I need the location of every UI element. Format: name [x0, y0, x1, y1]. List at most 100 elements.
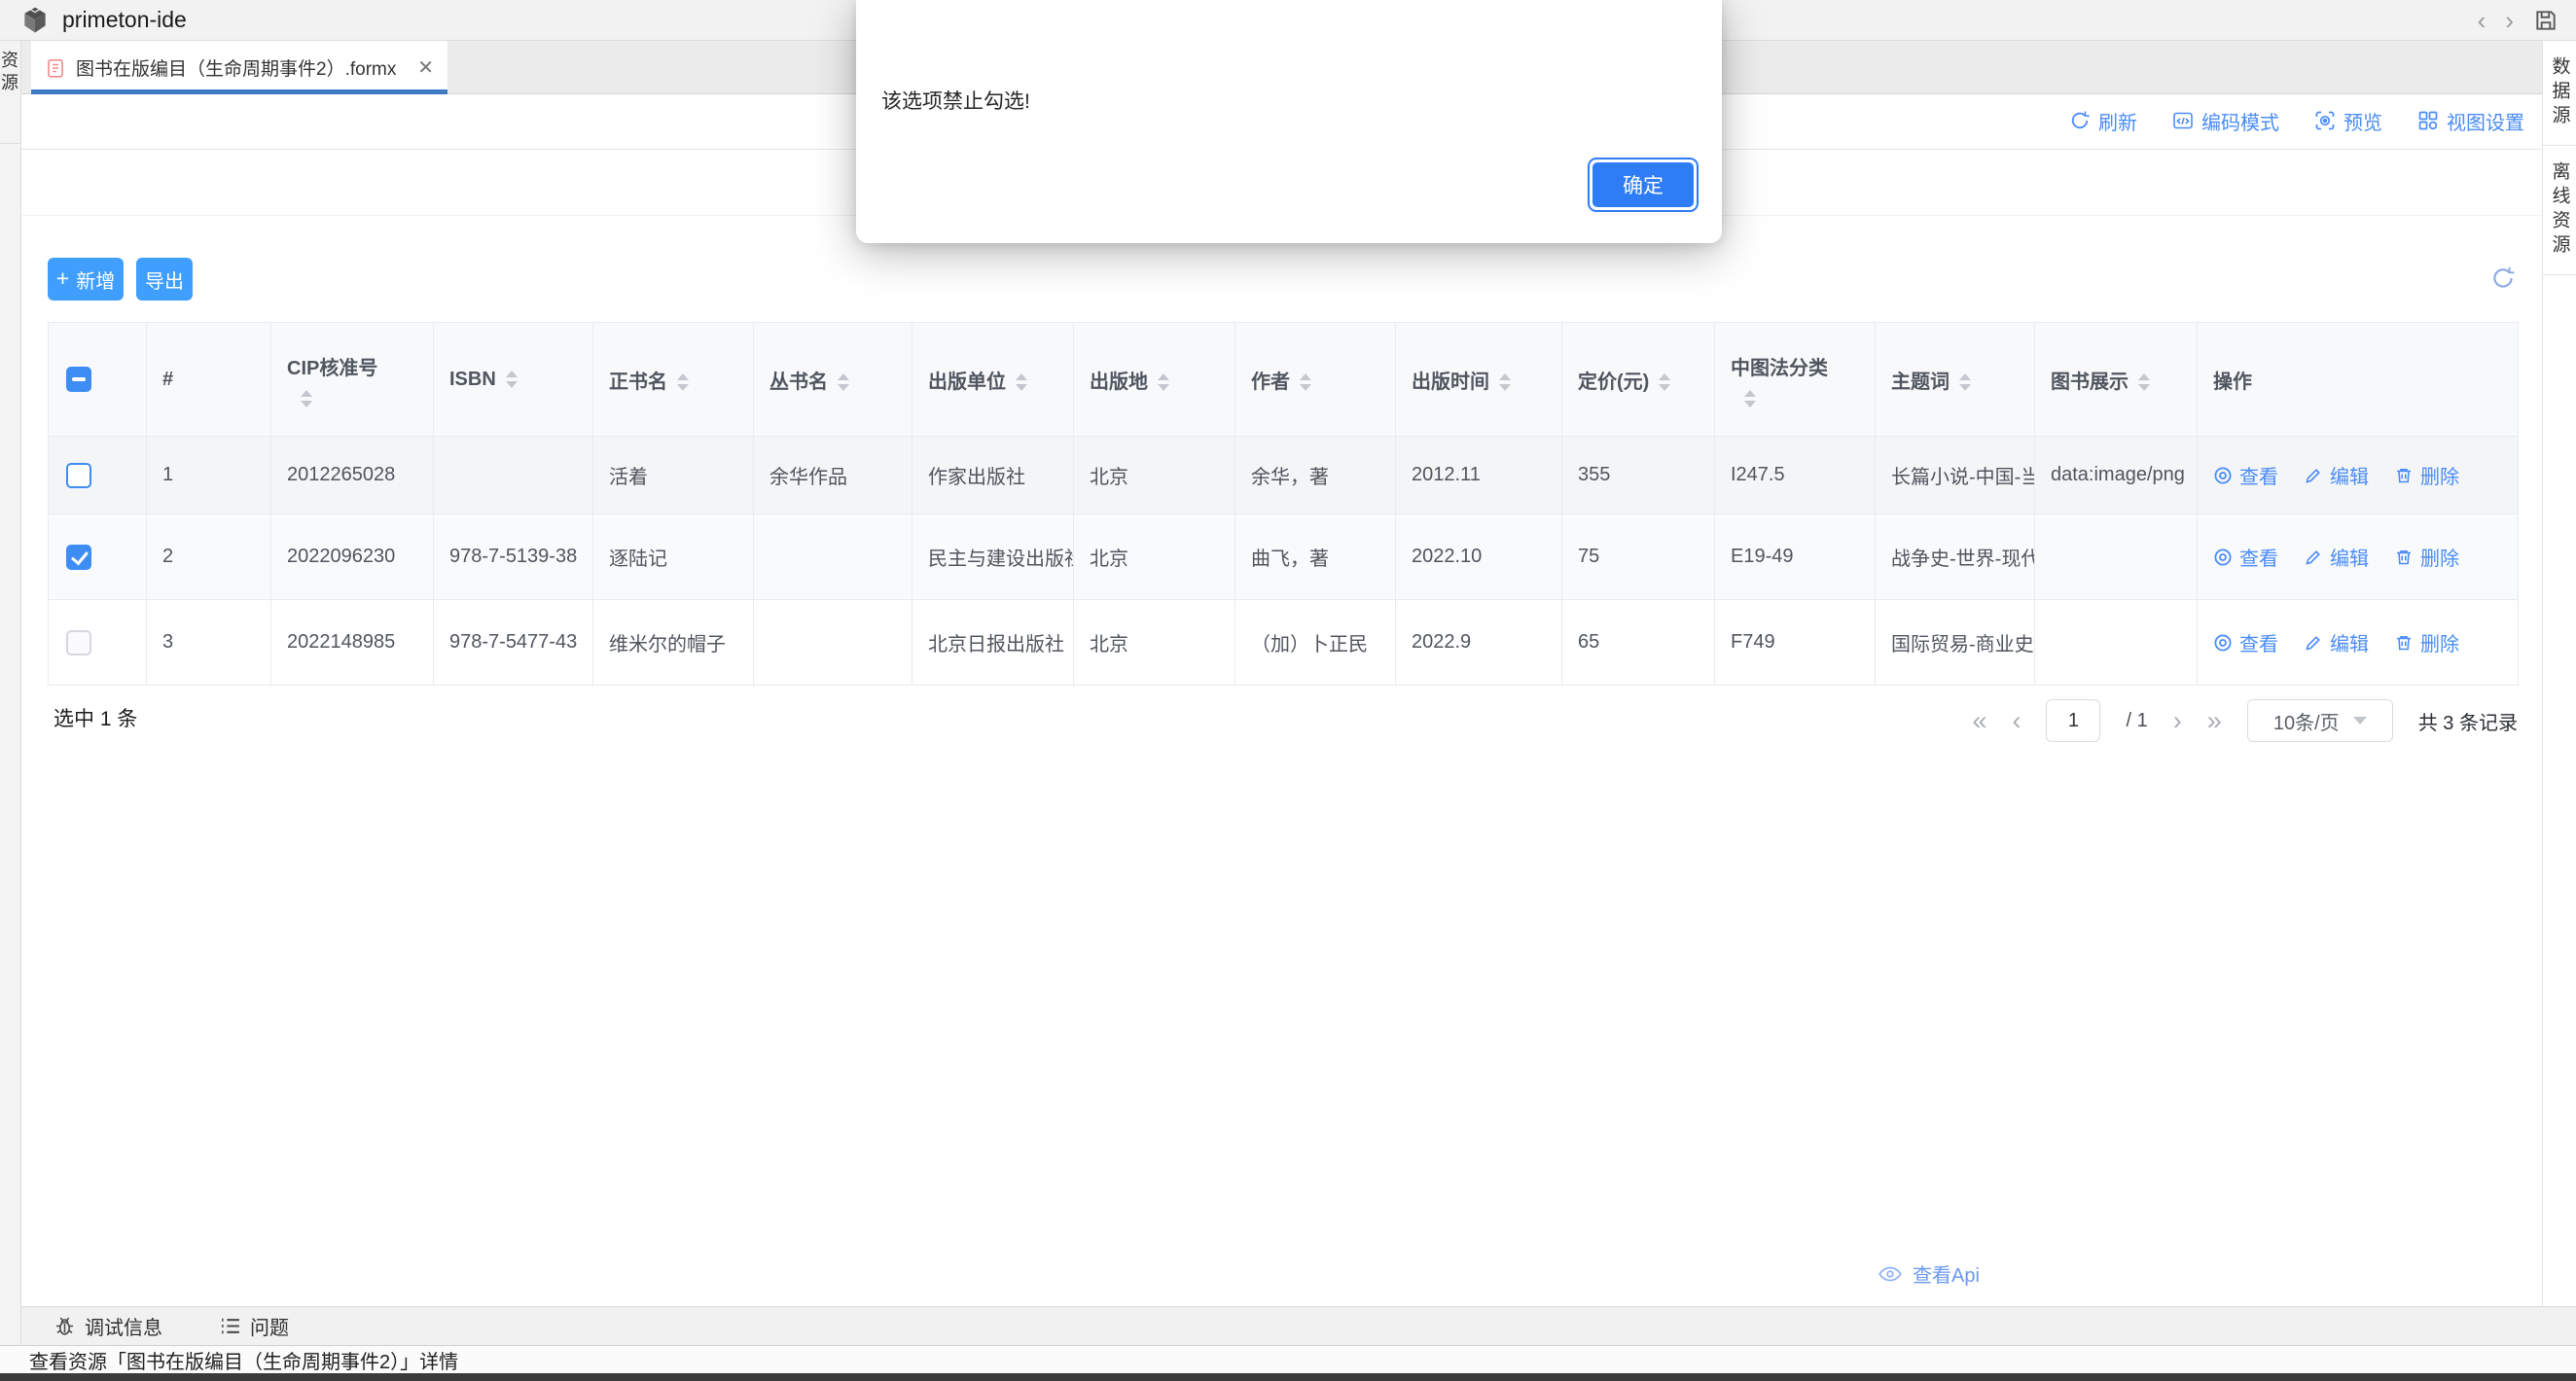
column-header[interactable]: 图书展示 — [2035, 323, 2198, 437]
sort-carets-icon[interactable] — [677, 373, 689, 391]
row-checkbox-disabled[interactable] — [66, 630, 91, 655]
sidebar-item-resources[interactable]: 资源 — [0, 51, 21, 95]
form-file-icon — [45, 57, 66, 79]
ok-button[interactable]: 确定 — [1592, 162, 1694, 207]
page-number-input[interactable]: 1 — [2046, 699, 2100, 742]
table-cell: （加）卜正民 — [1235, 600, 1396, 686]
column-header[interactable]: ISBN — [434, 323, 593, 437]
table-cell: 战争史-世界-现代 — [1876, 514, 2035, 600]
nav-forward-icon[interactable]: › — [2505, 8, 2514, 33]
sort-carets-icon[interactable] — [301, 390, 312, 407]
edit-row-button[interactable]: 编辑 — [2304, 543, 2369, 571]
edit-row-button[interactable]: 编辑 — [2304, 628, 2369, 656]
save-icon[interactable] — [2533, 8, 2558, 33]
preview-button[interactable]: 预览 — [2314, 107, 2382, 135]
row-checkbox-unchecked[interactable] — [66, 463, 91, 488]
column-header[interactable]: 正书名 — [593, 323, 754, 437]
pencil-icon — [2304, 548, 2323, 567]
code-mode-button[interactable]: 编码模式 — [2172, 107, 2279, 135]
column-header-label: 图书展示 — [2051, 372, 2129, 393]
last-page-icon[interactable]: » — [2207, 708, 2222, 734]
column-header[interactable]: 中图法分类 — [1715, 323, 1876, 437]
table-row: 12012265028活着余华作品作家出版社北京余华，著2012.11355I2… — [49, 437, 2519, 514]
next-page-icon[interactable]: › — [2173, 708, 2182, 734]
table-cell: 北京 — [1074, 514, 1235, 600]
sidebar-item-datasource[interactable]: 数据源 — [2543, 41, 2576, 146]
add-button[interactable]: + 新增 — [48, 258, 124, 301]
remove-row-button[interactable]: 删除 — [2394, 461, 2459, 489]
tab-close-icon[interactable]: ✕ — [417, 58, 434, 78]
total-pages-label: / 1 — [2126, 710, 2147, 732]
column-header[interactable]: 出版单位 — [912, 323, 1074, 437]
sort-carets-icon[interactable] — [1158, 373, 1169, 391]
trash-icon — [2394, 548, 2414, 567]
table-cell: 2022096230 — [271, 514, 434, 600]
table-cell: 曲飞，著 — [1235, 514, 1396, 600]
sort-carets-icon[interactable] — [1659, 373, 1670, 391]
sort-carets-icon[interactable] — [2138, 373, 2150, 391]
nav-back-icon[interactable]: ‹ — [2478, 8, 2487, 33]
table-cell: 逐陆记 — [593, 514, 754, 600]
column-header-label: 中图法分类 — [1731, 358, 1828, 379]
row-actions-cell: 查看编辑删除 — [2198, 437, 2519, 514]
view-row-button[interactable]: 查看 — [2213, 461, 2278, 489]
column-header-label: CIP核准号 — [287, 358, 377, 379]
row-checkbox-cell — [49, 514, 147, 600]
sort-carets-icon[interactable] — [1959, 373, 1971, 391]
column-header[interactable]: CIP核准号 — [271, 323, 434, 437]
table-cell: 2012.11 — [1396, 437, 1562, 514]
table-cell: 978-7-5477-43 — [434, 600, 593, 686]
column-header[interactable]: 主题词 — [1876, 323, 2035, 437]
table-cell: 长篇小说-中国-当代 — [1876, 437, 2035, 514]
view-api-link[interactable]: 查看Api — [1878, 1259, 1980, 1288]
view-row-button[interactable]: 查看 — [2213, 628, 2278, 656]
chevron-down-icon — [2353, 717, 2367, 725]
table-cell: 2 — [147, 514, 271, 600]
column-header-label: ISBN — [449, 369, 496, 390]
table-row: 32022148985978-7-5477-43维米尔的帽子北京日报出版社北京（… — [49, 600, 2519, 686]
left-sidebar: 资源 — [0, 41, 21, 1345]
code-window-icon — [2172, 110, 2194, 131]
table-cell: data:image/png — [2035, 437, 2198, 514]
sort-carets-icon[interactable] — [1499, 373, 1511, 391]
column-header[interactable]: 出版地 — [1074, 323, 1235, 437]
column-header-label: 作者 — [1251, 372, 1290, 393]
column-header[interactable]: 定价(元) — [1562, 323, 1715, 437]
app-window: primeton-ide ‹ › 资源 图书在版编目（生命周期事件2）.form… — [0, 0, 2576, 1381]
problems-button[interactable]: 问题 — [219, 1312, 289, 1340]
refresh-button[interactable]: 刷新 — [2069, 107, 2137, 135]
sidebar-item-offline-resources[interactable]: 离线资源 — [2543, 146, 2576, 275]
row-checkbox-checked[interactable] — [66, 545, 91, 570]
table-cell — [2035, 514, 2198, 600]
eye-icon — [2213, 633, 2233, 653]
column-header[interactable]: 丛书名 — [754, 323, 912, 437]
column-header[interactable]: 作者 — [1235, 323, 1396, 437]
page-size-select[interactable]: 10条/页 — [2247, 699, 2393, 742]
sidebar-divider — [0, 143, 20, 144]
debug-info-button[interactable]: 调试信息 — [54, 1312, 162, 1340]
remove-row-button[interactable]: 删除 — [2394, 543, 2459, 571]
table-cell: 3 — [147, 600, 271, 686]
sort-carets-icon[interactable] — [1300, 373, 1311, 391]
prev-page-icon[interactable]: ‹ — [2012, 708, 2021, 734]
edit-row-button[interactable]: 编辑 — [2304, 461, 2369, 489]
view-settings-button[interactable]: 视图设置 — [2417, 107, 2524, 135]
tab-form-file[interactable]: 图书在版编目（生命周期事件2）.formx ✕ — [31, 41, 447, 94]
table-cell — [754, 514, 912, 600]
sort-carets-icon[interactable] — [1744, 390, 1756, 407]
table-cell: 2022148985 — [271, 600, 434, 686]
view-row-button[interactable]: 查看 — [2213, 543, 2278, 571]
remove-row-button[interactable]: 删除 — [2394, 628, 2459, 656]
select-all-checkbox[interactable] — [66, 367, 91, 392]
sort-carets-icon[interactable] — [838, 373, 849, 391]
sort-carets-icon[interactable] — [1016, 373, 1027, 391]
data-table: #CIP核准号ISBN正书名丛书名出版单位出版地作者出版时间定价(元)中图法分类… — [48, 322, 2518, 686]
table-refresh-icon[interactable] — [2490, 266, 2516, 291]
first-page-icon[interactable]: « — [1972, 708, 1986, 734]
table-cell: 余华作品 — [754, 437, 912, 514]
eye-icon — [2213, 466, 2233, 485]
right-sidebar: 数据源 离线资源 — [2542, 41, 2576, 1306]
sort-carets-icon[interactable] — [506, 371, 518, 388]
column-header[interactable]: 出版时间 — [1396, 323, 1562, 437]
export-button[interactable]: 导出 — [136, 258, 193, 301]
